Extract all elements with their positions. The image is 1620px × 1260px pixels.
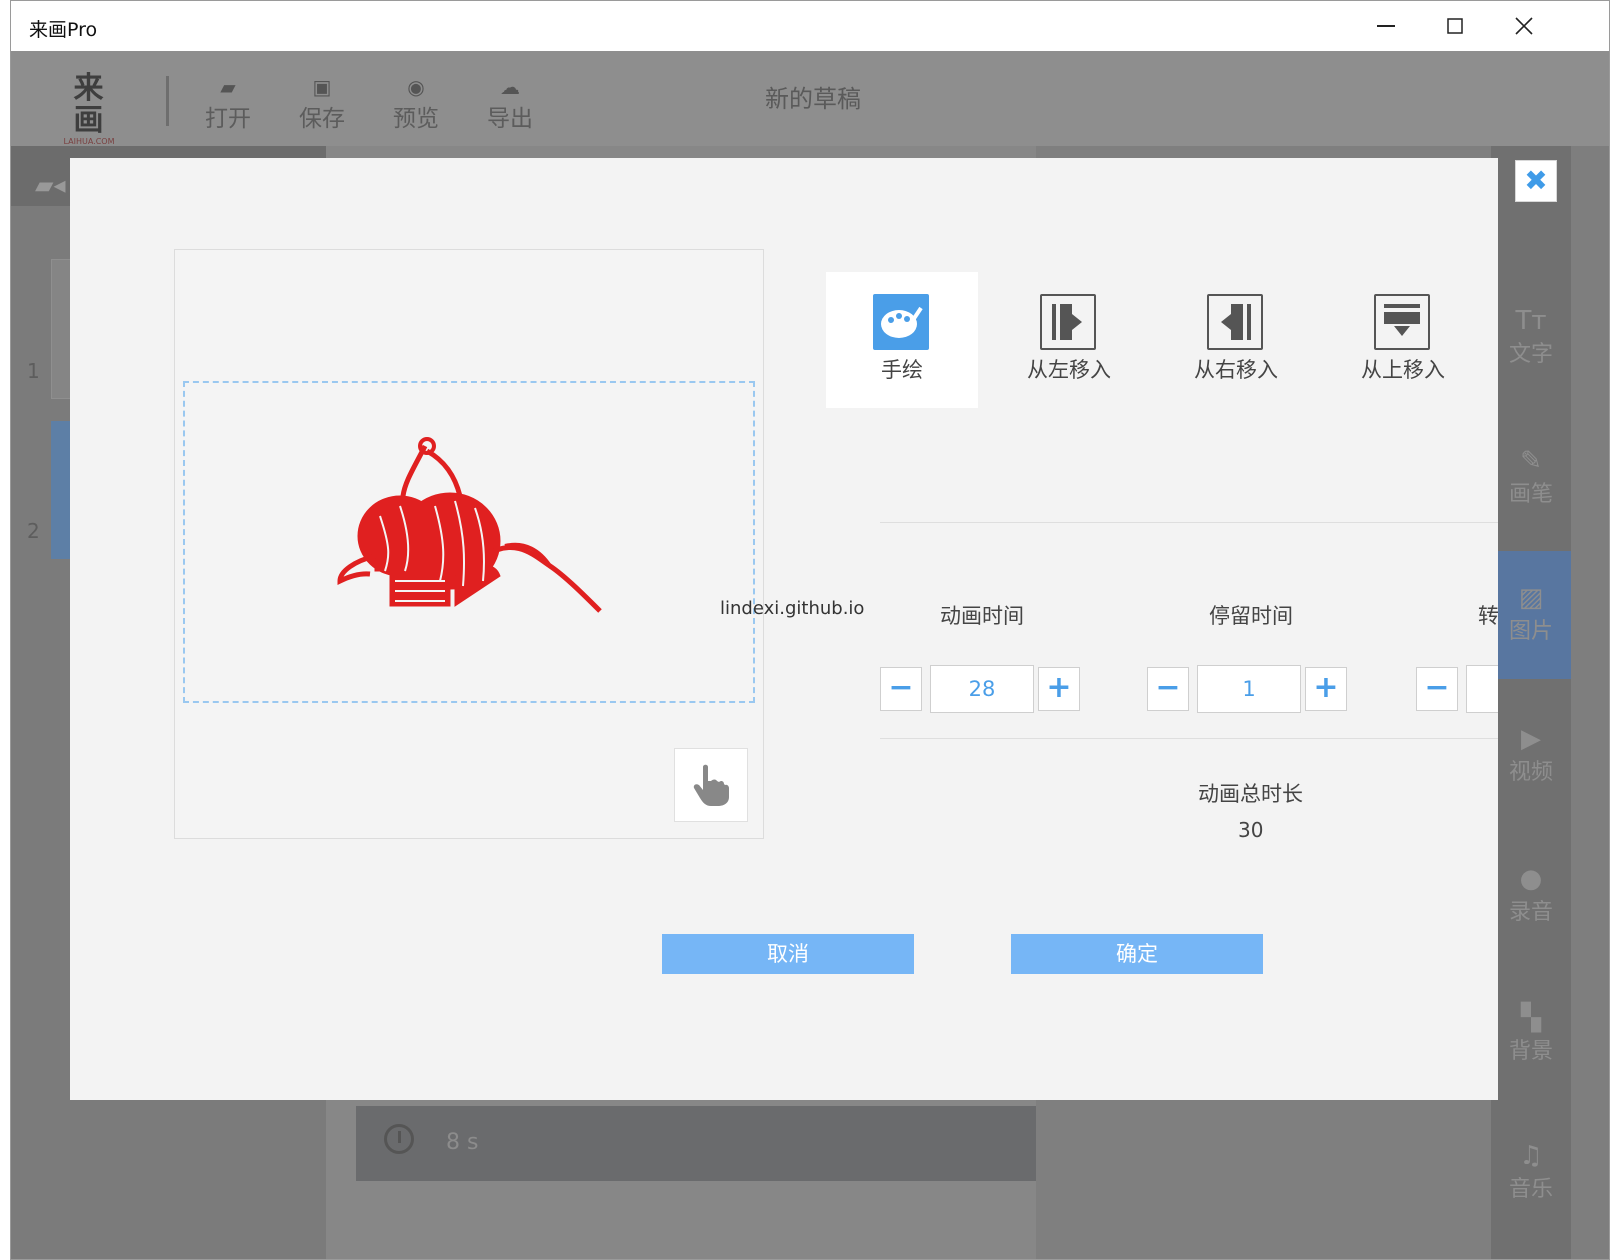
stay-time-input[interactable]: 1 — [1197, 665, 1301, 713]
animation-option-slide-left[interactable]: 从左移入 — [993, 272, 1145, 408]
scene-number: 2 — [27, 519, 40, 543]
export-button[interactable]: ☁ 导出 — [475, 75, 545, 133]
animation-option-slide-top[interactable]: 从上移入 — [1327, 272, 1479, 408]
scene-duration: 8 s — [446, 1130, 479, 1155]
document-title: 新的草稿 — [765, 85, 861, 113]
main-toolbar: 来画 LAIHUA.COM ▰ 打开 ▣ 保存 ◉ 预览 ☁ 导出 剪切 新的草… — [11, 51, 1609, 146]
confirm-button[interactable]: 确定 — [1011, 934, 1263, 974]
image-icon: ▨ — [1518, 583, 1544, 613]
save-button[interactable]: ▣ 保存 — [287, 75, 357, 133]
total-duration-value: 30 — [1238, 818, 1264, 842]
background-icon: ▚ — [1521, 1003, 1541, 1033]
image-preview-panel — [174, 249, 764, 839]
watermark-text: lindexi.github.io — [720, 598, 865, 619]
sidebar-item-text[interactable]: Tт 文字 — [1491, 306, 1571, 368]
maximize-button[interactable] — [1425, 9, 1485, 43]
transition-time-decrement-button[interactable]: − — [1416, 667, 1458, 711]
save-icon: ▣ — [312, 75, 332, 99]
animation-time-increment-button[interactable]: + — [1038, 667, 1080, 711]
sidebar-item-music[interactable]: ♫ 音乐 — [1491, 1141, 1571, 1203]
animation-settings-dialog: lindexi.github.io 手绘 从左移入 从右移入 从上移入 动画时间… — [70, 158, 1498, 1100]
animation-time-decrement-button[interactable]: − — [880, 667, 922, 711]
transition-time-label: 转 — [1478, 604, 1498, 628]
sidebar-item-background[interactable]: ▚ 背景 — [1491, 1003, 1571, 1065]
stay-time-label: 停留时间 — [1209, 604, 1293, 628]
sidebar-item-video[interactable]: ▶ 视频 — [1491, 724, 1571, 786]
toolbar-divider — [166, 76, 169, 126]
maximize-icon — [1447, 18, 1463, 34]
video-icon: ▶ — [1521, 724, 1541, 754]
minimize-button[interactable] — [1356, 9, 1416, 43]
text-icon: Tт — [1515, 306, 1547, 336]
lantern-image — [337, 437, 602, 613]
close-icon — [1515, 17, 1533, 35]
sidebar-item-record[interactable]: ● 录音 — [1491, 864, 1571, 926]
transition-time-input[interactable] — [1466, 665, 1498, 713]
animation-time-label: 动画时间 — [940, 604, 1024, 628]
preview-button[interactable]: ◉ 预览 — [381, 75, 451, 133]
hand-pointer-button[interactable] — [674, 748, 748, 822]
total-duration-label: 动画总时长 — [1198, 782, 1303, 806]
scene-number: 1 — [27, 359, 40, 383]
animation-option-slide-right[interactable]: 从右移入 — [1160, 272, 1312, 408]
eye-icon: ◉ — [407, 75, 425, 99]
animation-option-hand-draw[interactable]: 手绘 — [826, 272, 978, 408]
music-icon: ♫ — [1519, 1141, 1543, 1171]
dialog-close-button[interactable]: ✖ — [1515, 160, 1557, 202]
right-sidebar: Tт 文字 ✎ 画笔 ▨ 图片 ▶ 视频 ● 录音 ▚ 背景 ♫ 音乐 — [1491, 146, 1571, 1259]
slide-from-left-icon — [1040, 294, 1096, 350]
animation-time-input[interactable]: 28 — [930, 665, 1034, 713]
window-title: 来画Pro — [29, 19, 98, 41]
timeline-bar: 8 s — [356, 1106, 1036, 1181]
clock-icon — [384, 1124, 414, 1154]
paint-palette-icon — [873, 294, 929, 350]
close-window-button[interactable] — [1494, 9, 1554, 43]
app-logo: 来画 LAIHUA.COM — [63, 71, 115, 147]
open-button[interactable]: ▰ 打开 — [193, 75, 263, 133]
sidebar-item-image[interactable]: ▨ 图片 — [1491, 551, 1571, 679]
divider — [880, 522, 1498, 523]
hand-pointer-icon — [693, 764, 729, 806]
mic-icon: ● — [1519, 864, 1543, 894]
sidebar-item-pen[interactable]: ✎ 画笔 — [1491, 446, 1571, 508]
slide-from-top-icon — [1374, 294, 1430, 350]
cancel-button[interactable]: 取消 — [662, 934, 914, 974]
camera-icon[interactable]: ▰◂ — [35, 171, 66, 199]
minimize-icon — [1377, 25, 1395, 27]
cut-button[interactable]: 剪切 — [569, 75, 639, 104]
cloud-upload-icon: ☁ — [500, 75, 520, 99]
divider — [880, 738, 1498, 739]
stay-time-increment-button[interactable]: + — [1305, 667, 1347, 711]
folder-icon: ▰ — [220, 75, 236, 99]
stay-time-decrement-button[interactable]: − — [1147, 667, 1189, 711]
slide-from-right-icon — [1207, 294, 1263, 350]
pen-icon: ✎ — [1520, 446, 1542, 476]
title-bar: 来画Pro — [11, 1, 1609, 51]
